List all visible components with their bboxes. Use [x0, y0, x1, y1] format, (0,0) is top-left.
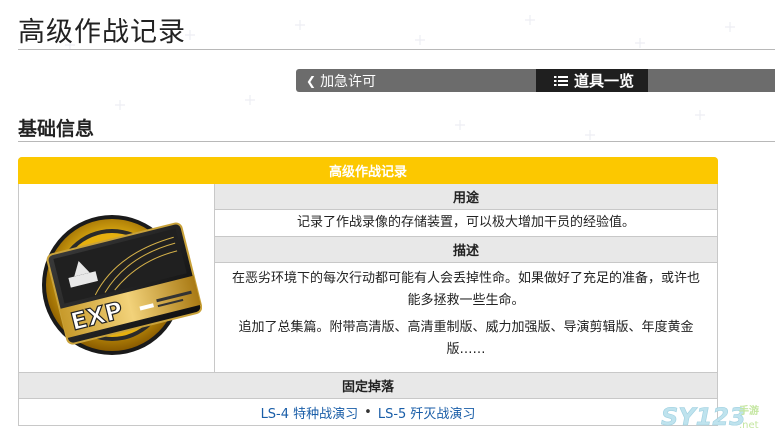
description-paragraph-1: 在恶劣环境下的每次行动都可能有人会丢掉性命。如果做好了充足的准备，或许也能多拯救… [231, 271, 700, 308]
item-navigation-bar: ❮ 加急许可 道具一览 [296, 69, 775, 92]
fixed-drop-list: LS-4 特种战演习 • LS-5 歼灭战演习 [19, 399, 717, 425]
drop-stage-link-ls4[interactable]: LS-4 特种战演习 [261, 403, 359, 422]
watermark-suffix: 手游 [739, 404, 759, 417]
description-paragraph-2: 追加了总集篇。附带高清版、高清重制版、威力加强版、导演剪辑版、年度黄金版…… [238, 320, 694, 357]
item-list-link[interactable]: 道具一览 [536, 69, 649, 92]
watermark-domain: .net [739, 420, 759, 431]
usage-header: 用途 [215, 184, 717, 210]
list-icon [554, 75, 568, 86]
previous-item-link[interactable]: ❮ 加急许可 [296, 69, 536, 92]
site-watermark-logo: SY123 手游 .net [661, 403, 759, 432]
nav-bar-filler [648, 69, 775, 92]
page-title: 高级作战记录 [18, 17, 186, 48]
item-list-label: 道具一览 [574, 72, 635, 90]
title-divider [18, 49, 775, 50]
fixed-drop-header: 固定掉落 [19, 372, 717, 399]
drop-separator: • [364, 404, 372, 420]
battle-record-icon: EXP [41, 215, 202, 355]
usage-text: 记录了作战录像的存储装置，可以极大增加干员的经验值。 [215, 210, 717, 237]
previous-item-label: 加急许可 [320, 73, 377, 90]
item-icon-cell: EXP [19, 184, 215, 372]
section-title: 基础信息 [18, 118, 95, 140]
watermark-brand: SY123 [661, 403, 746, 431]
description-header: 描述 [215, 237, 717, 263]
item-name-header: 高级作战记录 [18, 157, 718, 184]
description-text: 在恶劣环境下的每次行动都可能有人会丢掉性命。如果做好了充足的准备，或许也能多拯救… [215, 263, 717, 373]
chevron-left-icon: ❮ [306, 73, 317, 88]
item-info-table: 高级作战记录 EXP 用途 记录了作战录像的存储装置，可以极大增加干员的经验值。… [18, 157, 718, 426]
section-divider [18, 141, 775, 142]
item-details-column: 用途 记录了作战录像的存储装置，可以极大增加干员的经验值。 描述 在恶劣环境下的… [215, 184, 717, 373]
usage-description: 记录了作战录像的存储装置，可以极大增加干员的经验值。 [296, 215, 635, 230]
drop-stage-link-ls5[interactable]: LS-5 歼灭战演习 [378, 403, 476, 422]
